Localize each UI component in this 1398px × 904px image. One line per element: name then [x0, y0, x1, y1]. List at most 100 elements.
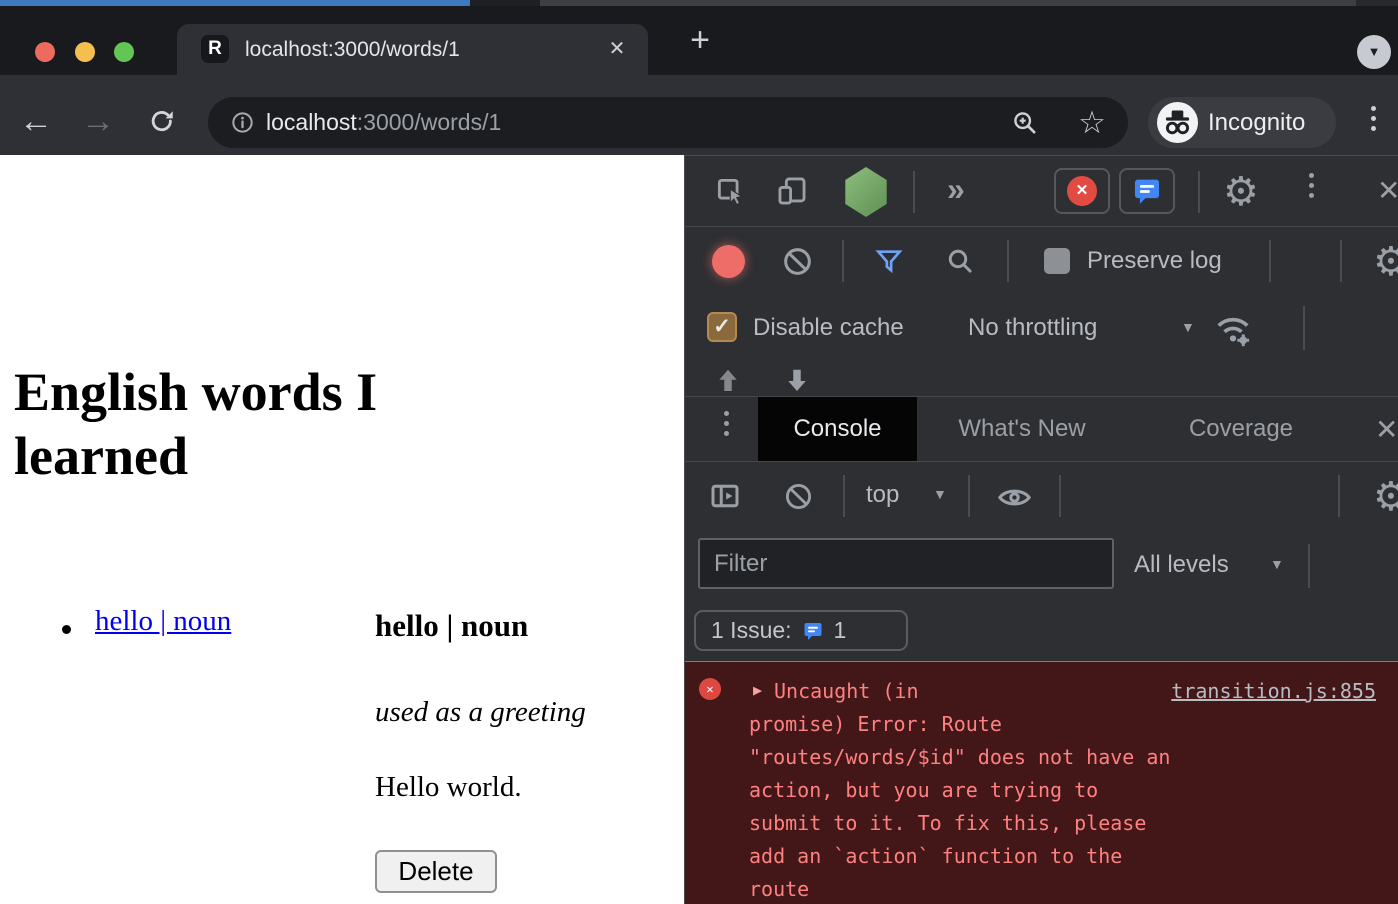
- incognito-badge: Incognito: [1148, 97, 1336, 148]
- separator: [1059, 475, 1061, 517]
- site-info-icon[interactable]: [230, 110, 255, 140]
- console-issues-row: 1 Issue: 1: [685, 601, 1398, 661]
- word-link[interactable]: hello | noun: [95, 605, 231, 638]
- browser-tab[interactable]: R localhost:3000/words/1 ✕: [177, 24, 648, 75]
- issues-counter-button[interactable]: 1 Issue: 1: [694, 610, 908, 651]
- back-icon[interactable]: ←: [18, 75, 54, 167]
- tab-bar: R localhost:3000/words/1 ✕ + ▼: [0, 6, 1398, 75]
- network-conditions-icon[interactable]: [1211, 308, 1255, 357]
- drawer-tab-bar: Console What's New Coverage ✕: [685, 397, 1398, 462]
- error-icon: ✕: [699, 678, 721, 700]
- new-tab-button[interactable]: +: [682, 14, 718, 66]
- console-filter-input[interactable]: [698, 538, 1114, 589]
- preserve-log-checkbox[interactable]: [1044, 248, 1070, 274]
- node-icon[interactable]: [843, 167, 889, 217]
- devtools-settings-icon[interactable]: ⚙: [1223, 172, 1259, 212]
- tab-console[interactable]: Console: [758, 397, 917, 461]
- error-source-link[interactable]: transition.js:855: [1171, 675, 1376, 708]
- more-panels-icon[interactable]: »: [947, 171, 965, 208]
- throttling-dropdown-icon[interactable]: ▼: [1181, 319, 1195, 335]
- context-selector[interactable]: top: [866, 481, 899, 509]
- log-levels-dropdown-icon[interactable]: ▼: [1270, 556, 1284, 572]
- issues-label: 1 Issue:: [711, 617, 792, 644]
- bookmark-star-icon[interactable]: ☆: [1074, 97, 1110, 148]
- list-bullet: [62, 625, 71, 634]
- clear-network-log-icon[interactable]: [781, 245, 814, 283]
- devtools-close-icon[interactable]: ✕: [1377, 174, 1398, 207]
- word-heading: hello | noun: [375, 608, 528, 644]
- issues-count: 1: [834, 617, 847, 644]
- error-text-line: route: [749, 873, 1309, 904]
- chat-bubble-icon: [1130, 174, 1164, 208]
- devtools-menu-icon[interactable]: [1309, 173, 1314, 198]
- throttling-select[interactable]: No throttling: [968, 314, 1097, 342]
- devtools-main-toolbar: » ✕ ⚙ ✕: [685, 156, 1398, 227]
- separator: [913, 171, 915, 213]
- disable-cache-checkbox[interactable]: ✓: [707, 312, 737, 342]
- har-import-export-row: [685, 360, 1398, 397]
- console-settings-icon[interactable]: ⚙: [1373, 477, 1398, 517]
- error-text-line: add an `action` function to the: [749, 840, 1309, 873]
- window-close-button[interactable]: [35, 42, 55, 62]
- drawer-close-icon[interactable]: ✕: [1375, 413, 1398, 446]
- console-toolbar: top ▼ ⚙: [685, 462, 1398, 530]
- browser-menu-icon[interactable]: [1371, 106, 1376, 131]
- separator: [968, 475, 970, 517]
- error-text-line: submit to it. To fix this, please: [749, 807, 1309, 840]
- error-text-line: promise) Error: Route: [749, 708, 1309, 741]
- remix-favicon: R: [201, 35, 229, 63]
- search-icon[interactable]: [944, 245, 976, 282]
- incognito-label: Incognito: [1208, 97, 1305, 148]
- separator: [1198, 171, 1200, 213]
- tab-coverage[interactable]: Coverage: [1177, 397, 1305, 461]
- browser-toolbar: ← → localhost:3000/words/1 ☆ Incognito: [0, 75, 1398, 155]
- network-settings-icon[interactable]: ⚙: [1373, 242, 1398, 282]
- inspect-element-icon[interactable]: [713, 174, 747, 213]
- url-path: :3000/words/1: [357, 109, 501, 135]
- separator: [1338, 475, 1340, 517]
- filter-funnel-icon[interactable]: [873, 245, 905, 282]
- address-bar[interactable]: localhost:3000/words/1 ☆: [208, 97, 1128, 148]
- log-levels-select[interactable]: All levels: [1134, 551, 1229, 579]
- forward-icon[interactable]: →: [80, 75, 116, 167]
- export-har-icon[interactable]: [782, 368, 812, 399]
- url-text: localhost:3000/words/1: [266, 97, 501, 148]
- console-sidebar-icon[interactable]: [707, 478, 743, 519]
- tab-whats-new[interactable]: What's New: [941, 397, 1103, 461]
- import-har-icon[interactable]: [713, 368, 743, 399]
- tab-overview-icon[interactable]: ▼: [1357, 35, 1391, 69]
- live-expression-eye-icon[interactable]: [996, 479, 1033, 521]
- delete-button[interactable]: Delete: [375, 850, 497, 893]
- preserve-log-label: Preserve log: [1087, 247, 1222, 275]
- window-minimize-button[interactable]: [75, 42, 95, 62]
- drawer-menu-icon[interactable]: [724, 411, 729, 436]
- network-toolbar: Preserve log ⚙: [685, 227, 1398, 295]
- context-dropdown-icon[interactable]: ▼: [933, 486, 947, 502]
- issue-chat-icon: [801, 619, 825, 643]
- incognito-icon: [1157, 102, 1198, 143]
- error-badge-icon: ✕: [1067, 176, 1097, 206]
- console-filter-row: All levels ▼: [685, 530, 1398, 601]
- separator: [1303, 306, 1305, 350]
- web-page: English words I learned hello | noun hel…: [0, 155, 684, 904]
- word-example: Hello world.: [375, 771, 522, 804]
- record-network-log-icon[interactable]: [712, 245, 745, 278]
- screen: R localhost:3000/words/1 ✕ + ▼ ← → local…: [0, 0, 1398, 904]
- separator: [1007, 240, 1009, 282]
- zoom-icon[interactable]: [1010, 108, 1039, 142]
- tab-title: localhost:3000/words/1: [245, 24, 460, 75]
- tab-close-icon[interactable]: ✕: [602, 24, 632, 75]
- page-title: English words I learned: [14, 360, 554, 488]
- window-zoom-button[interactable]: [114, 42, 134, 62]
- device-toolbar-icon[interactable]: [775, 174, 809, 213]
- console-error-message[interactable]: ✕ ▶ Uncaught (in promise) Error: Route "…: [685, 661, 1398, 904]
- reload-icon[interactable]: [148, 107, 176, 140]
- url-host: localhost: [266, 109, 357, 135]
- disable-cache-label: Disable cache: [753, 314, 904, 342]
- separator: [843, 475, 845, 517]
- clear-console-icon[interactable]: [783, 481, 814, 517]
- error-badge-button[interactable]: ✕: [1054, 168, 1110, 214]
- issues-message-button[interactable]: [1119, 168, 1175, 214]
- expand-triangle-icon[interactable]: ▶: [753, 681, 762, 699]
- network-conditions-row: ✓ Disable cache No throttling ▼: [685, 295, 1398, 360]
